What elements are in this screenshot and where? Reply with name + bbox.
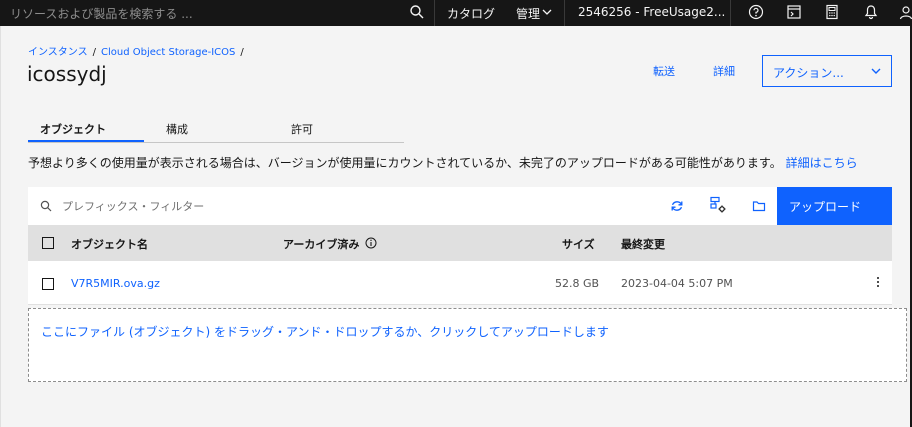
upload-dropzone[interactable]: ここにファイル (オブジェクト) をドラッグ・アンド・ドロップするか、クリックし… xyxy=(28,308,907,382)
nav-divider xyxy=(730,0,731,26)
details-link[interactable]: 詳細 xyxy=(713,63,735,79)
breadcrumb-instances[interactable]: インスタンス xyxy=(28,47,88,58)
upload-button[interactable]: アップロード xyxy=(777,187,892,225)
active-tab-indicator xyxy=(28,140,144,142)
page-title: icossydj xyxy=(27,62,107,86)
overflow-menu-icon[interactable] xyxy=(876,276,880,288)
calculator-icon[interactable] xyxy=(824,4,840,20)
search-icon[interactable] xyxy=(409,4,425,20)
info-icon[interactable] xyxy=(365,237,377,249)
column-header-last-modified[interactable]: 最終変更 xyxy=(621,236,665,252)
nav-divider xyxy=(434,0,435,26)
column-header-name[interactable]: オブジェクト名 xyxy=(71,236,148,252)
cost-estimator-icon[interactable] xyxy=(786,4,802,20)
column-header-archived: アーカイブ済み xyxy=(283,238,360,251)
chevron-down-icon xyxy=(542,9,552,15)
help-icon[interactable] xyxy=(748,4,764,20)
nav-divider xyxy=(564,0,565,26)
breadcrumb-separator: / xyxy=(92,47,96,58)
top-navigation-bar: リソースおよび製品を検索する ... カタログ 管理 2546256 - Fre… xyxy=(0,0,912,26)
object-toolbar: アップロード xyxy=(28,187,892,225)
breadcrumb-cos-instance[interactable]: Cloud Object Storage-ICOS xyxy=(101,47,235,58)
object-last-modified: 2023-04-04 5:07 PM xyxy=(621,277,733,290)
tab-list: オブジェクト 構成 許可 xyxy=(28,117,404,143)
object-size: 52.8 GB xyxy=(555,277,600,290)
nav-catalog-link[interactable]: カタログ xyxy=(447,5,495,22)
learn-more-link[interactable]: 詳細はこちら xyxy=(786,156,858,170)
usage-info-text: 予想より多くの使用量が表示される場合は、バージョンが使用量にカウントされているか… xyxy=(28,156,782,170)
breadcrumb-separator: / xyxy=(240,47,244,58)
table-header: オブジェクト名 アーカイブ済み サイズ 最終変更 xyxy=(28,225,892,261)
usage-info-message: 予想より多くの使用量が表示される場合は、バージョンが使用量にカウントされているか… xyxy=(28,154,858,171)
refresh-icon[interactable] xyxy=(669,198,685,214)
global-search-input[interactable]: リソースおよび製品を検索する ... xyxy=(10,5,193,22)
prefix-filter-input[interactable] xyxy=(62,196,622,216)
column-header-size[interactable]: サイズ xyxy=(562,236,595,252)
search-icon xyxy=(40,200,52,212)
table-row[interactable]: V7R5MIR.ova.gz 52.8 GB 2023-04-04 5:07 P… xyxy=(28,261,892,305)
nav-manage-menu[interactable]: 管理 xyxy=(516,5,540,22)
folder-icon[interactable] xyxy=(751,198,767,214)
row-checkbox[interactable] xyxy=(42,278,54,290)
object-name-link[interactable]: V7R5MIR.ova.gz xyxy=(71,277,160,290)
user-avatar-icon[interactable] xyxy=(898,4,912,20)
actions-dropdown-label: アクション... xyxy=(773,66,844,80)
notification-icon[interactable] xyxy=(863,4,879,20)
transfer-link[interactable]: 転送 xyxy=(653,63,675,79)
tab-configuration[interactable]: 構成 xyxy=(166,121,188,137)
account-switcher[interactable]: 2546256 - FreeUsage2... xyxy=(578,5,725,19)
actions-dropdown[interactable]: アクション... xyxy=(762,55,892,87)
tab-objects[interactable]: オブジェクト xyxy=(40,121,106,137)
dropzone-text: ここにファイル (オブジェクト) をドラッグ・アンド・ドロップするか、クリックし… xyxy=(41,325,609,339)
main-content: インスタンス / Cloud Object Storage-ICOS / icossy… xyxy=(0,26,910,427)
chevron-down-icon xyxy=(871,68,881,74)
tab-permissions[interactable]: 許可 xyxy=(291,121,313,137)
view-settings-icon[interactable] xyxy=(709,196,727,214)
select-all-checkbox[interactable] xyxy=(42,237,54,249)
breadcrumb: インスタンス / Cloud Object Storage-ICOS / xyxy=(28,43,249,58)
nav-manage-label: 管理 xyxy=(516,7,541,21)
